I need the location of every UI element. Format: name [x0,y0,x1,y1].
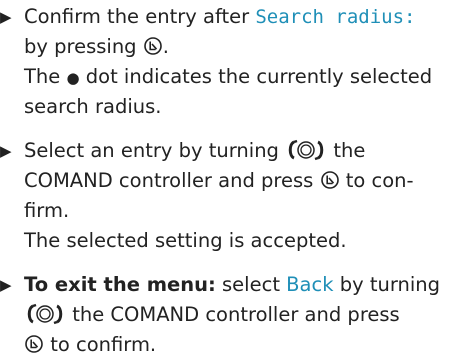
step-text: The selected setting is accepted. [24,229,347,252]
step-text: The [24,65,67,88]
step-text: to con- [339,169,414,192]
step-heading: To exit the menu: [24,273,216,296]
step-text: by pressing [24,35,143,58]
menu-value-search-radius: Search radius: [255,6,416,28]
step-text: the COMAND controller and press [66,303,400,326]
press-controller-icon [25,335,43,353]
step-text: . [162,35,169,58]
selected-dot-icon: ● [66,69,80,87]
press-controller-icon [143,37,162,55]
step-text: by turning [333,273,441,296]
step-text: search radius. [24,95,162,118]
turn-controller-icon [27,303,63,325]
bullet-arrow-icon: ▶ [0,8,12,26]
step-exit-menu: ▶ To exit the menu: select Back by turni… [0,270,458,360]
step-select-entry: ▶ Select an entry by turning the COMAND … [0,136,458,256]
menu-value-back: Back [286,273,334,296]
step-text: firm. [24,199,70,222]
press-controller-icon [320,171,339,189]
step-text: dot indicates the currently selected [79,65,433,88]
step-text: to confirm. [44,333,157,356]
step-text: Confirm the entry after [24,5,256,28]
step-text: COMAND controller and press [24,169,320,192]
step-text: Select an entry by turning [24,139,286,162]
bullet-arrow-icon: ▶ [0,276,12,294]
instruction-page: ▶ Confirm the entry after Search radius:… [0,0,458,361]
bullet-arrow-icon: ▶ [0,142,12,160]
step-confirm-search-radius: ▶ Confirm the entry after Search radius:… [0,2,458,122]
step-text: select [215,273,287,296]
step-text: the [327,139,366,162]
turn-controller-icon [288,139,324,161]
